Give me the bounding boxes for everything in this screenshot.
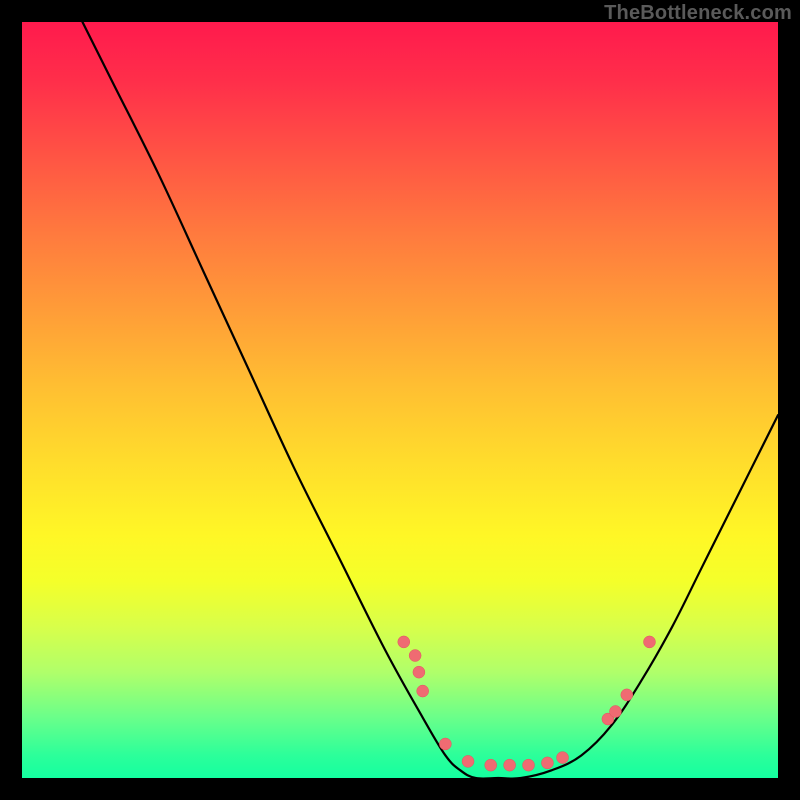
highlight-dot [643, 636, 655, 648]
highlight-dot [462, 755, 474, 767]
highlight-dot [609, 705, 621, 717]
highlight-dot [409, 650, 421, 662]
highlight-dot [523, 759, 535, 771]
highlight-dot [541, 757, 553, 769]
highlight-dot [398, 636, 410, 648]
highlight-dot [413, 666, 425, 678]
highlight-dot [439, 738, 451, 750]
bottleneck-curve [82, 22, 778, 779]
plot-area [22, 22, 778, 778]
highlight-dot [621, 689, 633, 701]
highlight-dot [485, 759, 497, 771]
chart-stage: TheBottleneck.com [0, 0, 800, 800]
highlight-dot [557, 752, 569, 764]
highlight-dots [398, 636, 656, 771]
chart-svg [22, 22, 778, 778]
highlight-dot [417, 685, 429, 697]
highlight-dot [504, 759, 516, 771]
